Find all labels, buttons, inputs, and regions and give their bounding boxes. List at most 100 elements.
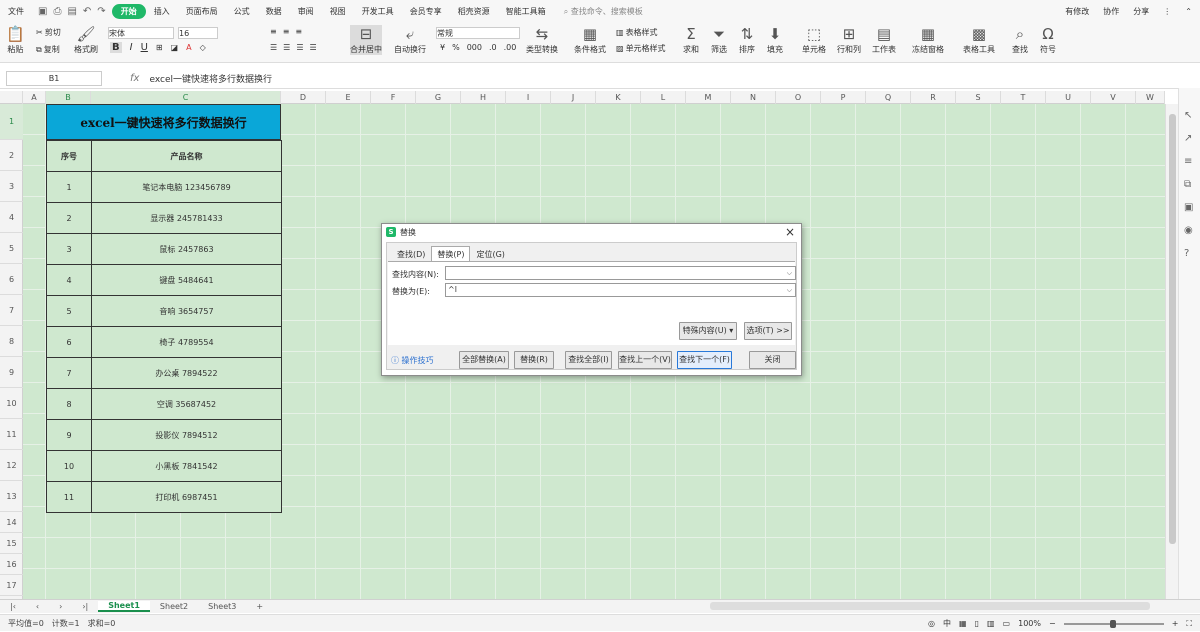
column-header[interactable]: R <box>911 91 956 104</box>
close-button[interactable]: 关闭 <box>749 351 796 369</box>
find-input[interactable]: ⌵ <box>445 266 796 280</box>
last-sheet-icon[interactable]: ›| <box>72 602 98 611</box>
cell[interactable]: 小黑板 7841542 <box>91 450 282 482</box>
sum-button[interactable]: Σ 求和 <box>683 25 699 55</box>
cell[interactable]: 9 <box>46 419 92 451</box>
cell[interactable]: 显示器 245781433 <box>91 202 282 234</box>
column-header[interactable]: Q <box>866 91 911 104</box>
formula-input[interactable]: excel一键快速将多行数据换行 <box>149 72 272 85</box>
worksheet-button[interactable]: ▤ 工作表 <box>872 25 896 55</box>
cell-style-button[interactable]: ▨ 单元格样式 <box>616 43 666 54</box>
row-header[interactable]: 12 <box>0 450 23 481</box>
sheet-tab-2[interactable]: Sheet2 <box>150 602 198 611</box>
filter-button[interactable]: ⏷ 筛选 <box>711 25 727 55</box>
column-header[interactable]: O <box>776 91 821 104</box>
merge-center-button[interactable]: ⊟ 合并居中 <box>350 25 382 55</box>
page-break-icon[interactable]: ▥ <box>987 619 995 628</box>
options-button[interactable]: 选项(T) >> <box>744 322 792 340</box>
collapse-icon[interactable]: ⌃ <box>1185 7 1192 16</box>
menu-file[interactable]: 文件 <box>0 6 32 17</box>
name-box[interactable]: B1 <box>6 71 102 86</box>
header-cell[interactable]: 序号 <box>46 140 92 172</box>
column-header[interactable]: B <box>46 91 91 104</box>
normal-view-icon[interactable]: ▦ <box>959 619 967 628</box>
vertical-scrollbar[interactable] <box>1165 104 1178 599</box>
tab-developer[interactable]: 开发工具 <box>354 6 402 17</box>
cell[interactable]: 5 <box>46 295 92 327</box>
column-header[interactable]: C <box>91 91 281 104</box>
changes-button[interactable]: 有修改 <box>1065 6 1089 17</box>
column-header[interactable]: A <box>23 91 46 104</box>
row-header[interactable]: 11 <box>0 419 23 450</box>
zoom-in-icon[interactable]: + <box>1172 619 1179 628</box>
column-header[interactable]: P <box>821 91 866 104</box>
column-header[interactable]: S <box>956 91 1001 104</box>
horizontal-scrollbar[interactable] <box>710 602 1150 610</box>
increase-decimal-icon[interactable]: .0 <box>489 43 497 52</box>
row-header[interactable]: 15 <box>0 533 23 554</box>
more-icon[interactable]: ⋮ <box>1163 7 1171 16</box>
fill-button[interactable]: ⬇ 填充 <box>767 25 783 55</box>
cell[interactable]: 音响 3654757 <box>91 295 282 327</box>
tab-page-layout[interactable]: 页面布局 <box>178 6 226 17</box>
settings-icon[interactable]: ≡ <box>1184 156 1192 167</box>
cell-button[interactable]: ⬚ 单元格 <box>802 25 826 55</box>
tab-goto[interactable]: 定位(G) <box>470 246 510 262</box>
table-style-button[interactable]: ▥ 表格样式 <box>616 27 658 38</box>
add-sheet-icon[interactable]: + <box>246 602 273 611</box>
copy-button[interactable]: ⧉ 复制 <box>36 44 60 55</box>
row-header[interactable]: 6 <box>0 264 23 295</box>
replace-input[interactable]: ^l ⌵ <box>445 283 796 297</box>
sheet-tab-1[interactable]: Sheet1 <box>98 601 150 612</box>
tab-insert[interactable]: 插入 <box>146 6 178 17</box>
replace-button[interactable]: 替换(R) <box>514 351 554 369</box>
collaborate-button[interactable]: 协作 <box>1103 6 1119 17</box>
align-top-icon[interactable]: ≡ <box>270 27 277 36</box>
column-header[interactable]: T <box>1001 91 1046 104</box>
column-header[interactable]: K <box>596 91 641 104</box>
read-mode-icon[interactable]: ▭ <box>1003 619 1011 628</box>
save-icon[interactable]: ▣ <box>38 6 47 17</box>
zoom-level[interactable]: 100% <box>1018 619 1041 628</box>
cell[interactable]: 2 <box>46 202 92 234</box>
tab-find[interactable]: 查找(D) <box>391 246 431 262</box>
column-header[interactable]: H <box>461 91 506 104</box>
print-icon[interactable]: ⎙ <box>53 6 61 17</box>
number-format-select[interactable]: 常规 <box>436 27 520 39</box>
row-header[interactable]: 2 <box>0 140 23 171</box>
tab-home[interactable]: 开始 <box>111 4 146 19</box>
column-header[interactable]: W <box>1136 91 1165 104</box>
clear-icon[interactable]: ◇ <box>200 43 206 52</box>
dropdown-icon[interactable]: ⌵ <box>787 284 792 296</box>
sort-button[interactable]: ⇅ 排序 <box>739 25 755 55</box>
currency-button[interactable]: ¥ <box>440 43 445 52</box>
row-header[interactable]: 8 <box>0 326 23 357</box>
eye-icon[interactable]: ◎ <box>928 619 935 628</box>
redo-icon[interactable]: ↷ <box>97 6 105 17</box>
first-sheet-icon[interactable]: |‹ <box>0 602 26 611</box>
fill-color-icon[interactable]: ◪ <box>171 43 179 52</box>
conditional-format-button[interactable]: ▦ 条件格式 <box>574 25 606 55</box>
wrap-text-button[interactable]: ⤶ 自动换行 <box>394 25 426 55</box>
align-right-icon[interactable]: ☰ <box>296 43 303 52</box>
tips-link[interactable]: ⓘ 操作技巧 <box>391 355 434 366</box>
row-header[interactable]: 13 <box>0 481 23 512</box>
find-previous-button[interactable]: 查找上一个(V) <box>618 351 672 369</box>
tab-member[interactable]: 会员专享 <box>402 6 450 17</box>
zoom-knob[interactable] <box>1109 619 1116 628</box>
percent-button[interactable]: % <box>452 43 460 52</box>
cell[interactable]: 键盘 5484641 <box>91 264 282 296</box>
column-header[interactable]: I <box>506 91 551 104</box>
find-all-button[interactable]: 查找全部(I) <box>565 351 612 369</box>
bold-button[interactable]: B <box>110 42 122 53</box>
page-layout-icon[interactable]: ▯ <box>975 619 979 628</box>
close-icon[interactable]: × <box>785 225 795 239</box>
decrease-decimal-icon[interactable]: .00 <box>504 43 517 52</box>
title-cell[interactable]: excel一键快速将多行数据换行 <box>46 104 281 140</box>
tab-review[interactable]: 审阅 <box>290 6 322 17</box>
cell[interactable]: 11 <box>46 481 92 513</box>
image-icon[interactable]: ▣ <box>1184 202 1193 213</box>
cell[interactable]: 鼠标 2457863 <box>91 233 282 265</box>
row-header[interactable]: 3 <box>0 171 23 202</box>
column-header[interactable]: M <box>686 91 731 104</box>
